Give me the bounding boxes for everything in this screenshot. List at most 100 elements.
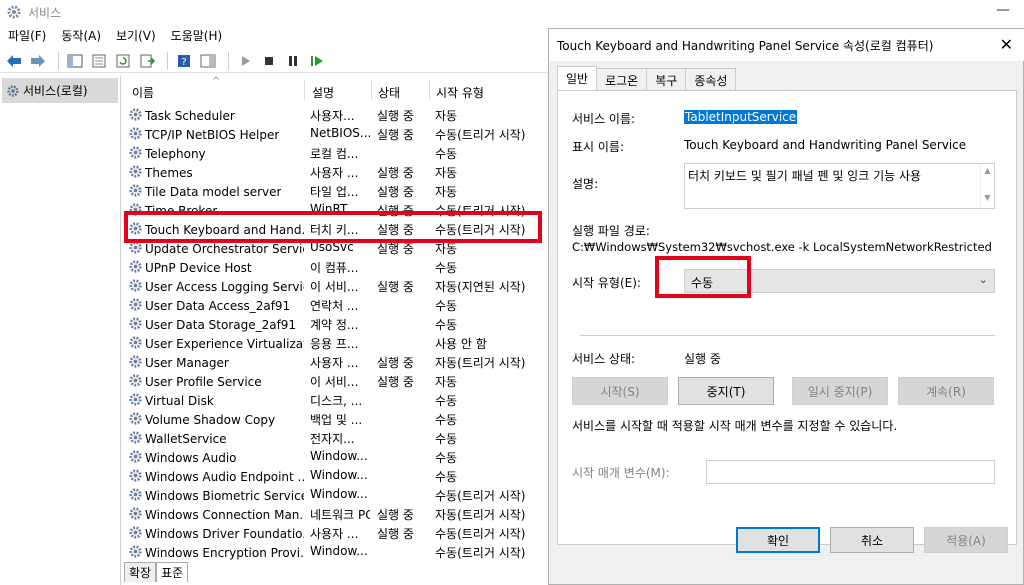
close-icon[interactable]: ✕ [1000,35,1013,54]
menu-file[interactable]: 파일(F) [0,26,53,46]
stop-icon[interactable] [259,52,279,70]
service-gear-icon [128,449,143,467]
table-row[interactable]: Task Scheduler 사용자... 실행 중 자동 [124,105,548,124]
play-icon[interactable] [235,52,255,70]
cancel-button[interactable]: 취소 [830,527,914,553]
service-gear-icon [128,506,143,524]
table-row[interactable]: User Data Access_2af91 연락처 ... 수동 [124,295,548,314]
services-gear-icon [7,84,19,97]
table-row[interactable]: Windows Audio Endpoint ... Window... 수동 [124,466,548,485]
service-desc-cell: 응용 프... [310,337,359,351]
tab-general[interactable]: 일반 [557,66,598,93]
properties-icon[interactable] [89,52,109,70]
stop-button[interactable]: 중지(T) [678,377,774,405]
service-startup-cell: 수동 [435,432,458,446]
menu-action[interactable]: 동작(A) [53,26,108,46]
tree-item-label: 서비스(로컬) [23,84,88,98]
table-row[interactable]: User Profile Service 이 서비... 실행 중 자동 [124,371,548,390]
service-startup-cell: 수동 [435,147,458,161]
resume-button[interactable]: 계속(R) [898,377,994,405]
restart-icon[interactable] [307,52,327,70]
tree-item-services-local[interactable]: 서비스(로컬) [2,78,118,103]
minimize-button[interactable]: — [996,2,1010,18]
table-row[interactable]: Telephony 로컬 컴... 수동 [124,143,548,162]
refresh-icon[interactable] [113,52,133,70]
table-row[interactable]: User Manager 사용자 ... 실행 중 자동(트리거 시작) [124,352,548,371]
service-gear-icon [128,487,143,505]
service-gear-icon [128,544,143,562]
column-header-desc[interactable]: 설명 [312,84,334,101]
params-input[interactable] [706,460,995,484]
service-desc-cell: 사용자 ... [310,356,359,370]
service-startup-cell: 수동(트리거 시작) [435,489,526,503]
service-name-cell: Themes [128,164,304,182]
table-row[interactable]: Tile Data model server 타일 업... 실행 중 자동 [124,181,548,200]
display-name-value[interactable]: Touch Keyboard and Handwriting Panel Ser… [684,138,966,152]
service-name-label: 서비스 이름: [572,112,636,126]
service-desc-cell: Window... [310,449,368,463]
service-gear-icon [128,107,143,125]
console-tree-icon[interactable] [65,52,85,70]
table-row[interactable]: User Experience Virtualizati... 응용 프... 사용… [124,333,548,352]
ok-button[interactable]: 확인 [736,527,820,553]
table-row[interactable]: Windows Biometric Service Window... 수동(트리거… [124,485,548,504]
table-row[interactable]: Windows Encryption Provi... Window... 수동(트… [124,542,548,561]
start-button[interactable]: 시작(S) [572,377,668,405]
description-field[interactable]: 터치 키보드 및 필기 패널 펜 및 잉크 기능 사용 ▲ ▼ [684,163,995,209]
menu-help[interactable]: 도움말(H) [163,26,230,46]
service-desc-cell: 사용자 ... [310,166,359,180]
service-startup-cell: 자동(트리거 시작) [435,508,526,522]
table-row[interactable]: Windows Connection Man... 네트워크 PC... 실행 중 자… [124,504,548,523]
service-desc-cell: NetBIOS... [310,126,370,140]
column-header-startup[interactable]: 시작 유형 [436,84,484,101]
service-gear-icon [128,354,143,372]
table-row[interactable]: Virtual Disk 디스크, ... 수동 [124,390,548,409]
service-startup-cell: 수동 [435,451,458,465]
table-row[interactable]: Themes 사용자 ... 실행 중 자동 [124,162,548,181]
menu-bar: 파일(F) 동작(A) 보기(V) 도움말(H) [0,26,229,46]
service-status-label: 서비스 상태: [572,352,636,366]
service-name-cell: Windows Audio Endpoint ... [128,468,304,486]
table-row[interactable]: Windows Audio Window... 수동 [124,447,548,466]
table-row[interactable]: WalletService 전자지... 수동 [124,428,548,447]
show-hide-pane-icon[interactable] [198,52,218,70]
table-row[interactable]: UPnP Device Host 이 컴퓨... 수동 [124,257,548,276]
service-gear-icon [128,525,143,543]
column-header-status[interactable]: 상태 [378,84,400,101]
service-desc-cell: 사용자... [310,109,355,123]
startup-type-label: 시작 유형(E): [572,276,641,290]
service-name-value[interactable]: TabletInputService [684,110,798,124]
pause-button[interactable]: 일시 중지(P) [792,377,888,405]
table-row[interactable]: Windows Driver Foundatio... 사용자 ... 실행 중 수동… [124,523,548,542]
service-status-cell: 실행 중 [377,280,414,294]
table-row[interactable]: User Data Storage_2af91 계약 정... 수동 [124,314,548,333]
table-row[interactable]: Volume Shadow Copy 백업 및 ... 수동 [124,409,548,428]
description-scrollbar[interactable]: ▲ ▼ [980,164,994,208]
service-name-cell: WalletService [128,430,304,448]
help-icon[interactable]: ? [174,52,194,70]
service-gear-icon [128,468,143,486]
service-desc-cell: 네트워크 PC... [310,508,370,522]
service-gear-icon [128,373,143,391]
export-list-icon[interactable] [137,52,157,70]
description-text: 터치 키보드 및 필기 패널 펜 및 잉크 기능 사용 [688,169,922,183]
service-gear-icon [128,145,143,163]
highlight-box-startup-type [655,256,751,298]
service-status-cell: 실행 중 [377,185,414,199]
service-startup-cell: 수동(트리거 시작) [435,527,526,541]
table-row[interactable]: TCP/IP NetBIOS Helper NetBIOS... 실행 중 수동(트리… [124,124,548,143]
table-row[interactable]: User Access Logging Service 이 서비... 실행 중 자동… [124,276,548,295]
pause-icon[interactable] [283,52,303,70]
service-desc-cell: 로컬 컴... [310,147,359,161]
tab-standard[interactable]: 표준 [156,562,189,582]
tab-extended[interactable]: 확장 [124,562,157,582]
apply-button[interactable]: 적용(A) [924,527,1008,553]
service-gear-icon [128,278,143,296]
back-arrow-icon[interactable] [4,52,24,70]
forward-arrow-icon[interactable] [28,52,48,70]
column-header-name[interactable]: 이름 [132,84,154,101]
service-name-cell: Virtual Disk [128,392,304,410]
service-status-cell: 실행 중 [377,166,414,180]
menu-view[interactable]: 보기(V) [108,26,163,46]
sort-up-icon: ^ [212,76,221,87]
